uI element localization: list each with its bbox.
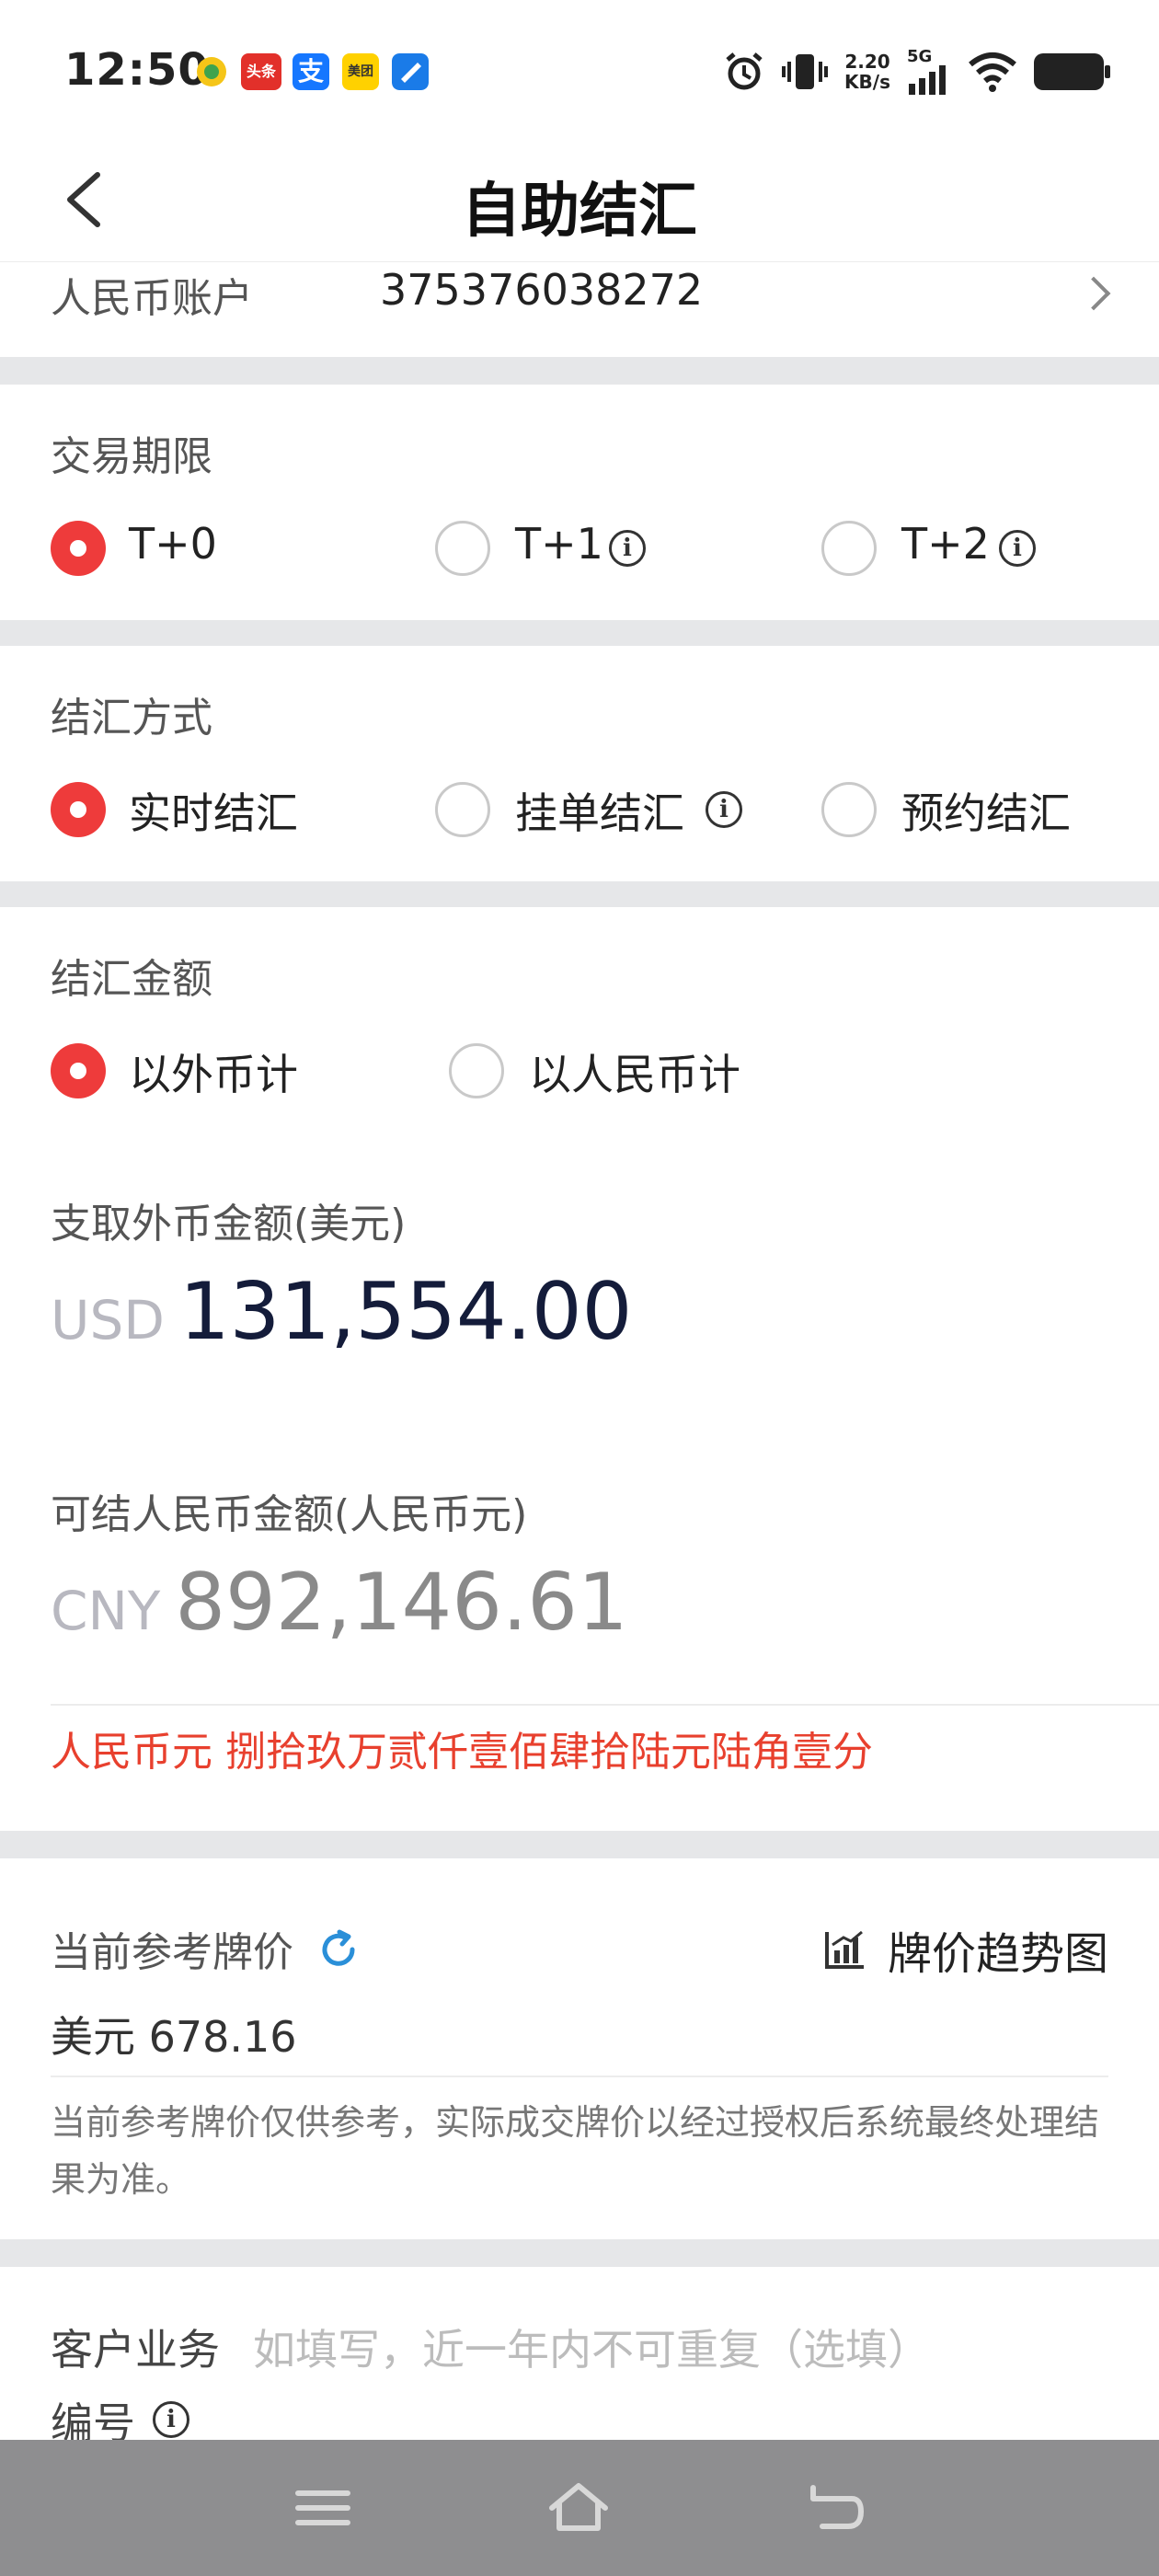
cny-amount-display: CNY 892,146.61 bbox=[51, 1557, 628, 1649]
method-option-realtime-radio[interactable] bbox=[51, 782, 106, 837]
method-option-scheduled-radio[interactable] bbox=[821, 782, 877, 837]
term-option-t1-radio[interactable] bbox=[435, 521, 490, 576]
network-type: 5G bbox=[907, 47, 933, 66]
method-option-order-label[interactable]: 挂单结汇 bbox=[515, 780, 684, 841]
toutiao-app-icon: 头条 bbox=[241, 53, 281, 90]
net-speed-value: 2.20 bbox=[844, 51, 890, 73]
page-title: 自助结汇 bbox=[462, 178, 697, 246]
amount-mode-foreign-label[interactable]: 以外币计 bbox=[129, 1041, 298, 1102]
amount-mode-label: 结汇金额 bbox=[51, 956, 212, 1003]
foreign-amount-input[interactable]: USD 131,554.00 bbox=[51, 1266, 632, 1358]
section-gap bbox=[0, 1831, 1159, 1858]
method-option-scheduled-label[interactable]: 预约结汇 bbox=[901, 780, 1071, 841]
account-row[interactable]: 人民币账户 375376038272 bbox=[0, 263, 1159, 357]
app-header: 自助结汇 bbox=[0, 138, 1159, 262]
home-icon[interactable] bbox=[546, 2480, 611, 2536]
term-option-t2-radio[interactable] bbox=[821, 521, 877, 576]
foreign-currency-code: USD bbox=[51, 1289, 165, 1351]
rate-disclaimer: 当前参考牌价仅供参考，实际成交牌价以经过授权后系统最终处理结果为准。 bbox=[51, 2102, 1100, 2200]
method-option-realtime-label[interactable]: 实时结汇 bbox=[129, 780, 298, 841]
term-label: 交易期限 bbox=[51, 433, 212, 480]
method-section: 结汇方式 实时结汇 挂单结汇 i 预约结汇 bbox=[0, 646, 1159, 881]
customer-section: 客户业务 编号 i 如填写，近一年内不可重复（选填） bbox=[0, 2267, 1159, 2448]
amount-mode-cny-radio[interactable] bbox=[449, 1043, 504, 1098]
vibrate-icon bbox=[782, 54, 829, 89]
term-option-t1-label[interactable]: T+1 bbox=[515, 519, 603, 569]
chevron-right-icon bbox=[1076, 276, 1111, 311]
bank-app-icon bbox=[392, 53, 429, 90]
rate-trend-label[interactable]: 牌价趋势图 bbox=[888, 1917, 1108, 1982]
rate-section: 当前参考牌价 牌价趋势图 美元 678.16 当前参考牌价仅供参考，实际成交牌价… bbox=[0, 1858, 1159, 2239]
refresh-icon[interactable] bbox=[317, 1928, 360, 1971]
cny-currency-code: CNY bbox=[51, 1580, 161, 1642]
term-option-t0-radio[interactable] bbox=[51, 521, 106, 576]
net-speed: 2.20 KB/s bbox=[844, 52, 890, 92]
info-icon[interactable]: i bbox=[999, 530, 1036, 567]
term-option-t2-label[interactable]: T+2 bbox=[901, 519, 990, 569]
rate-value: 美元 678.16 bbox=[51, 2012, 297, 2062]
signal-indicator: 5G bbox=[907, 49, 951, 95]
net-speed-unit: KB/s bbox=[844, 71, 890, 93]
alarm-icon bbox=[726, 52, 763, 90]
section-gap bbox=[0, 357, 1159, 385]
foreign-amount-label: 支取外币金额(美元) bbox=[51, 1201, 407, 1248]
account-label: 人民币账户 bbox=[51, 275, 253, 322]
cny-amount-value: 892,146.61 bbox=[175, 1557, 628, 1649]
signal-icon bbox=[909, 65, 946, 95]
section-gap bbox=[0, 620, 1159, 646]
method-label: 结汇方式 bbox=[51, 695, 212, 742]
status-time: 12:50 bbox=[64, 44, 210, 96]
status-icons: 2.20 KB/s 5G bbox=[723, 46, 1110, 98]
lottery-app-icon bbox=[197, 57, 226, 86]
battery-icon bbox=[1034, 53, 1110, 90]
meituan-app-icon: 美团 bbox=[342, 53, 379, 90]
info-icon[interactable]: i bbox=[609, 530, 646, 567]
section-gap bbox=[0, 881, 1159, 907]
customer-label-line1: 客户业务 bbox=[51, 2325, 220, 2375]
rate-trend-link[interactable]: 牌价趋势图 bbox=[823, 1917, 1108, 1982]
account-number: 375376038272 bbox=[380, 265, 704, 315]
info-icon[interactable]: i bbox=[706, 791, 742, 828]
wifi-icon bbox=[969, 52, 1016, 92]
customer-number-input[interactable]: 如填写，近一年内不可重复（选填） bbox=[253, 2317, 930, 2377]
method-option-order-radio[interactable] bbox=[435, 782, 490, 837]
divider bbox=[51, 1704, 1159, 1706]
term-option-t0-label[interactable]: T+0 bbox=[129, 519, 217, 569]
foreign-amount-value[interactable]: 131,554.00 bbox=[179, 1266, 632, 1358]
menu-icon[interactable] bbox=[291, 2480, 355, 2536]
alipay-app-icon: 支 bbox=[293, 53, 329, 90]
info-icon[interactable]: i bbox=[153, 2401, 189, 2438]
amount-section: 结汇金额 以外币计 以人民币计 支取外币金额(美元) USD 131,554.0… bbox=[0, 907, 1159, 1831]
rate-label: 当前参考牌价 bbox=[51, 1929, 293, 1976]
divider bbox=[51, 2076, 1108, 2077]
system-nav-bar bbox=[0, 2440, 1159, 2576]
term-section: 交易期限 T+0 T+1 i T+2 i bbox=[0, 385, 1159, 620]
amount-mode-cny-label[interactable]: 以人民币计 bbox=[529, 1041, 740, 1102]
section-gap bbox=[0, 2239, 1159, 2267]
amount-mode-foreign-radio[interactable] bbox=[51, 1043, 106, 1098]
cny-amount-in-words: 人民币元 捌拾玖万贰仟壹佰肆拾陆元陆角壹分 bbox=[51, 1729, 873, 1776]
back-icon[interactable] bbox=[804, 2480, 868, 2536]
cny-amount-label: 可结人民币金额(人民币元) bbox=[51, 1491, 528, 1538]
status-bar: 12:50 头条 支 美团 2.20 KB/s 5G bbox=[0, 0, 1159, 138]
chart-icon bbox=[824, 1930, 864, 1969]
